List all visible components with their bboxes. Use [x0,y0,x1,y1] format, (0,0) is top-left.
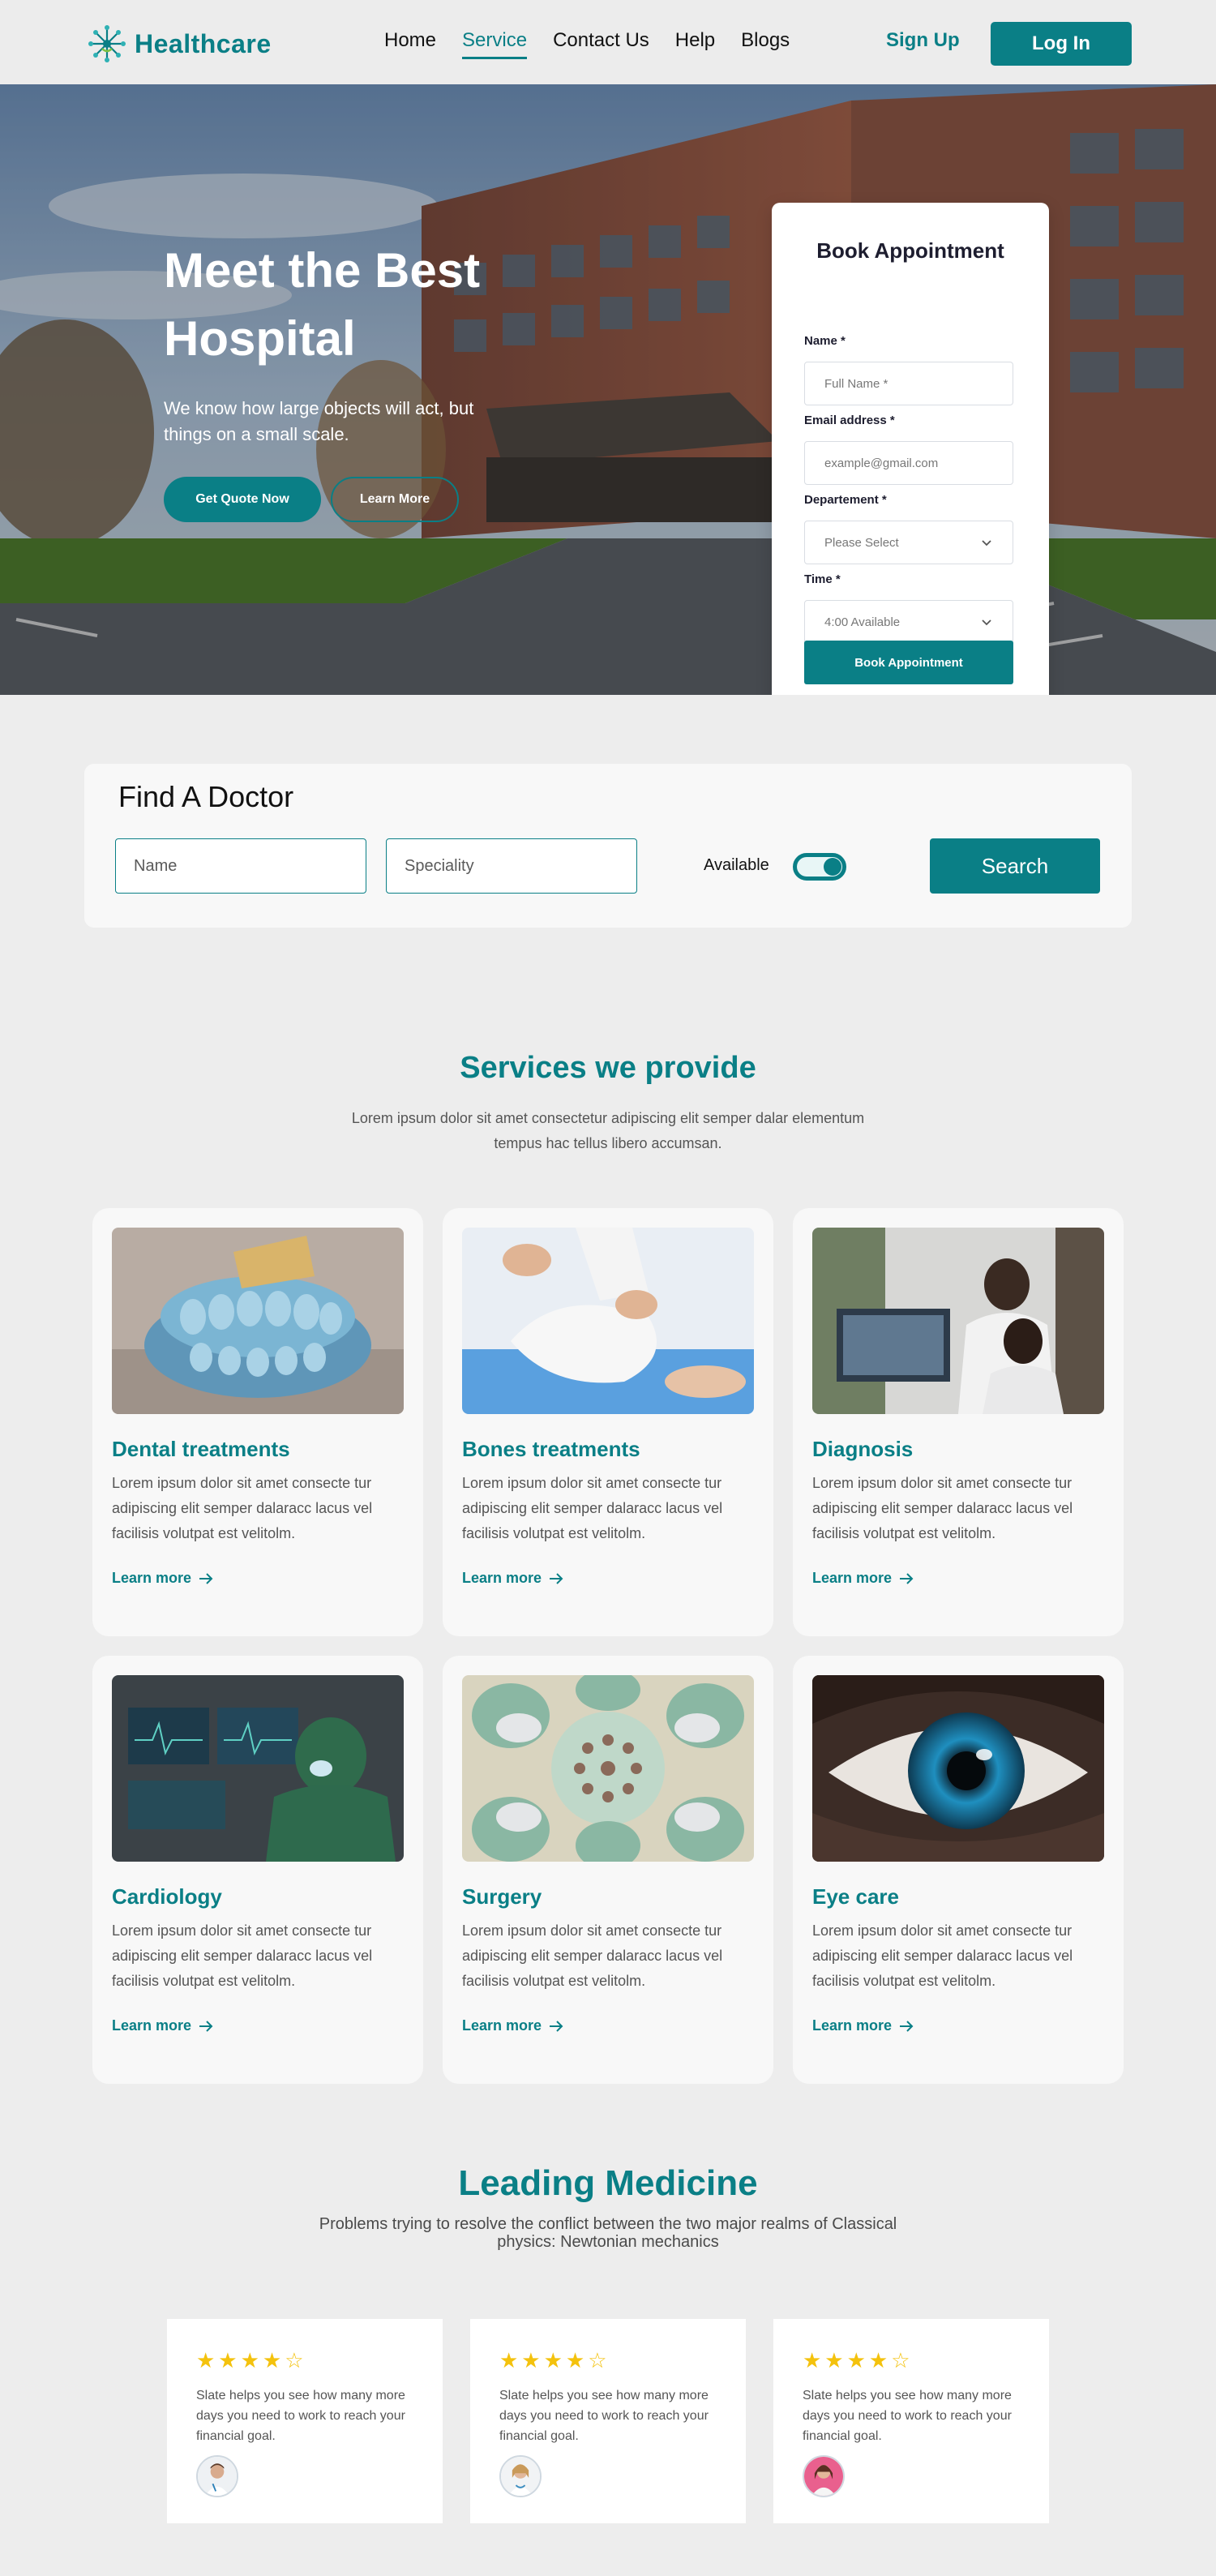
hero-subtitle: We know how large objects will act, but … [164,398,474,444]
nav-service[interactable]: Service [462,29,528,59]
service-description: Lorem ipsum dolor sit amet consecte tur … [112,1922,373,1989]
learn-more-link[interactable]: Learn more [462,2017,564,2034]
speciality-input[interactable]: Speciality [386,838,637,894]
service-description: Lorem ipsum dolor sit amet consecte tur … [462,1922,723,1989]
brand-logo[interactable]: Healthcare [88,24,272,63]
book-appointment-title: Book Appointment [816,238,1004,263]
service-card-diagnosis: Diagnosis Lorem ipsum dolor sit amet con… [793,1208,1124,1636]
nav-links: Home Service Contact Us Help Blogs [384,29,790,59]
full-name-input[interactable]: Full Name * [804,362,1013,405]
arrow-right-icon [199,1572,213,1584]
department-label: Departement * [804,493,887,507]
testimonial-card: ★★★★☆ Slate helps you see how many more … [470,2319,746,2523]
get-quote-button[interactable]: Get Quote Now [164,477,321,522]
time-select-value: 4:00 Available [824,615,901,629]
brand-name: Healthcare [135,28,272,58]
department-select[interactable]: Please Select [804,521,1013,564]
testimonial-text: Slate helps you see how many more days y… [499,2389,709,2443]
chevron-down-icon [982,540,991,546]
avatar [499,2455,542,2497]
email-input[interactable]: example@gmail.com [804,441,1013,485]
service-description: Lorem ipsum dolor sit amet consecte tur … [462,1475,723,1541]
service-title: Dental treatments [112,1437,290,1461]
service-title: Cardiology [112,1884,222,1909]
learn-more-label: Learn more [812,1570,893,1586]
service-card-surgery: Surgery Lorem ipsum dolor sit amet conse… [443,1656,773,2084]
star-rating: ★★★★☆ [803,2348,914,2372]
learn-more-link[interactable]: Learn more [812,2017,914,2034]
learn-more-link[interactable]: Learn more [112,2017,214,2034]
learn-more-label: Learn more [812,2017,893,2034]
available-label: Available [704,856,769,874]
leading-medicine-subtitle: Problems trying to resolve the conflict … [319,2215,897,2251]
service-card-cardiology: Cardiology Lorem ipsum dolor sit amet co… [92,1656,423,2084]
learn-more-button[interactable]: Learn More [331,477,459,522]
testimonial-text: Slate helps you see how many more days y… [803,2389,1012,2443]
services-title: Services we provide [460,1051,756,1085]
hero-section: Meet the Best Hospital We know how large… [0,84,1216,695]
testimonial-card: ★★★★☆ Slate helps you see how many more … [167,2319,443,2523]
nav-help[interactable]: Help [675,29,715,59]
services-subtitle: Lorem ipsum dolor sit amet consectetur a… [351,1110,865,1151]
sign-up-link[interactable]: Sign Up [886,29,960,52]
arrow-right-icon [900,1572,914,1584]
bones-image [462,1228,754,1414]
testimonial-text: Slate helps you see how many more days y… [196,2389,405,2443]
service-card-eye-care: Eye care Lorem ipsum dolor sit amet cons… [793,1656,1124,2084]
star-rating: ★★★★☆ [499,2348,610,2372]
learn-more-link[interactable]: Learn more [812,1570,914,1587]
department-select-value: Please Select [824,535,899,550]
available-toggle[interactable] [793,853,846,881]
find-doctor-title: Find A Doctor [118,780,294,813]
service-title: Eye care [812,1884,899,1909]
service-card-bones: Bones treatments Lorem ipsum dolor sit a… [443,1208,773,1636]
dental-image [112,1228,404,1414]
learn-more-link[interactable]: Learn more [112,1570,214,1587]
learn-more-label: Learn more [112,2017,192,2034]
service-description: Lorem ipsum dolor sit amet consecte tur … [812,1922,1073,1989]
eye-care-image [812,1675,1104,1862]
hero-title: Meet the Best Hospital [164,243,481,366]
search-button[interactable]: Search [930,838,1100,894]
nav-home[interactable]: Home [384,29,436,59]
time-label: Time * [804,572,841,586]
top-navbar: Healthcare Home Service Contact Us Help … [0,0,1216,84]
service-description: Lorem ipsum dolor sit amet consecte tur … [812,1475,1073,1541]
learn-more-label: Learn more [462,2017,542,2034]
service-description: Lorem ipsum dolor sit amet consecte tur … [112,1475,373,1541]
service-title: Bones treatments [462,1437,640,1461]
toggle-knob [824,858,841,876]
diagnosis-image [812,1228,1104,1414]
arrow-right-icon [199,2020,213,2032]
find-doctor-panel: Find A Doctor Name Speciality Available … [84,764,1132,928]
book-appointment-button[interactable]: Book Appointment [804,641,1013,684]
time-select[interactable]: 4:00 Available [804,600,1013,644]
leading-medicine-title: Leading Medicine [458,2163,758,2203]
service-card-dental: Dental treatments Lorem ipsum dolor sit … [92,1208,423,1636]
doctor-name-input[interactable]: Name [115,838,366,894]
book-appointment-card: Book Appointment Name * Full Name * Emai… [772,203,1049,695]
arrow-right-icon [550,2020,563,2032]
star-rating: ★★★★☆ [196,2348,307,2372]
service-title: Diagnosis [812,1437,914,1461]
surgery-image [462,1675,754,1862]
service-title: Surgery [462,1884,542,1909]
logo-mark-icon [88,25,126,62]
nav-contact-us[interactable]: Contact Us [553,29,649,59]
cardiology-image [112,1675,404,1862]
learn-more-label: Learn more [462,1570,542,1586]
learn-more-link[interactable]: Learn more [462,1570,564,1587]
learn-more-label: Learn more [112,1570,192,1586]
nav-blogs[interactable]: Blogs [741,29,790,59]
arrow-right-icon [550,1572,563,1584]
testimonial-card: ★★★★☆ Slate helps you see how many more … [773,2319,1049,2523]
chevron-down-icon [982,619,991,626]
email-label: Email address * [804,414,895,427]
avatar [803,2455,845,2497]
avatar [196,2455,238,2497]
name-label: Name * [804,334,846,348]
arrow-right-icon [900,2020,914,2032]
log-in-button[interactable]: Log In [991,22,1132,66]
